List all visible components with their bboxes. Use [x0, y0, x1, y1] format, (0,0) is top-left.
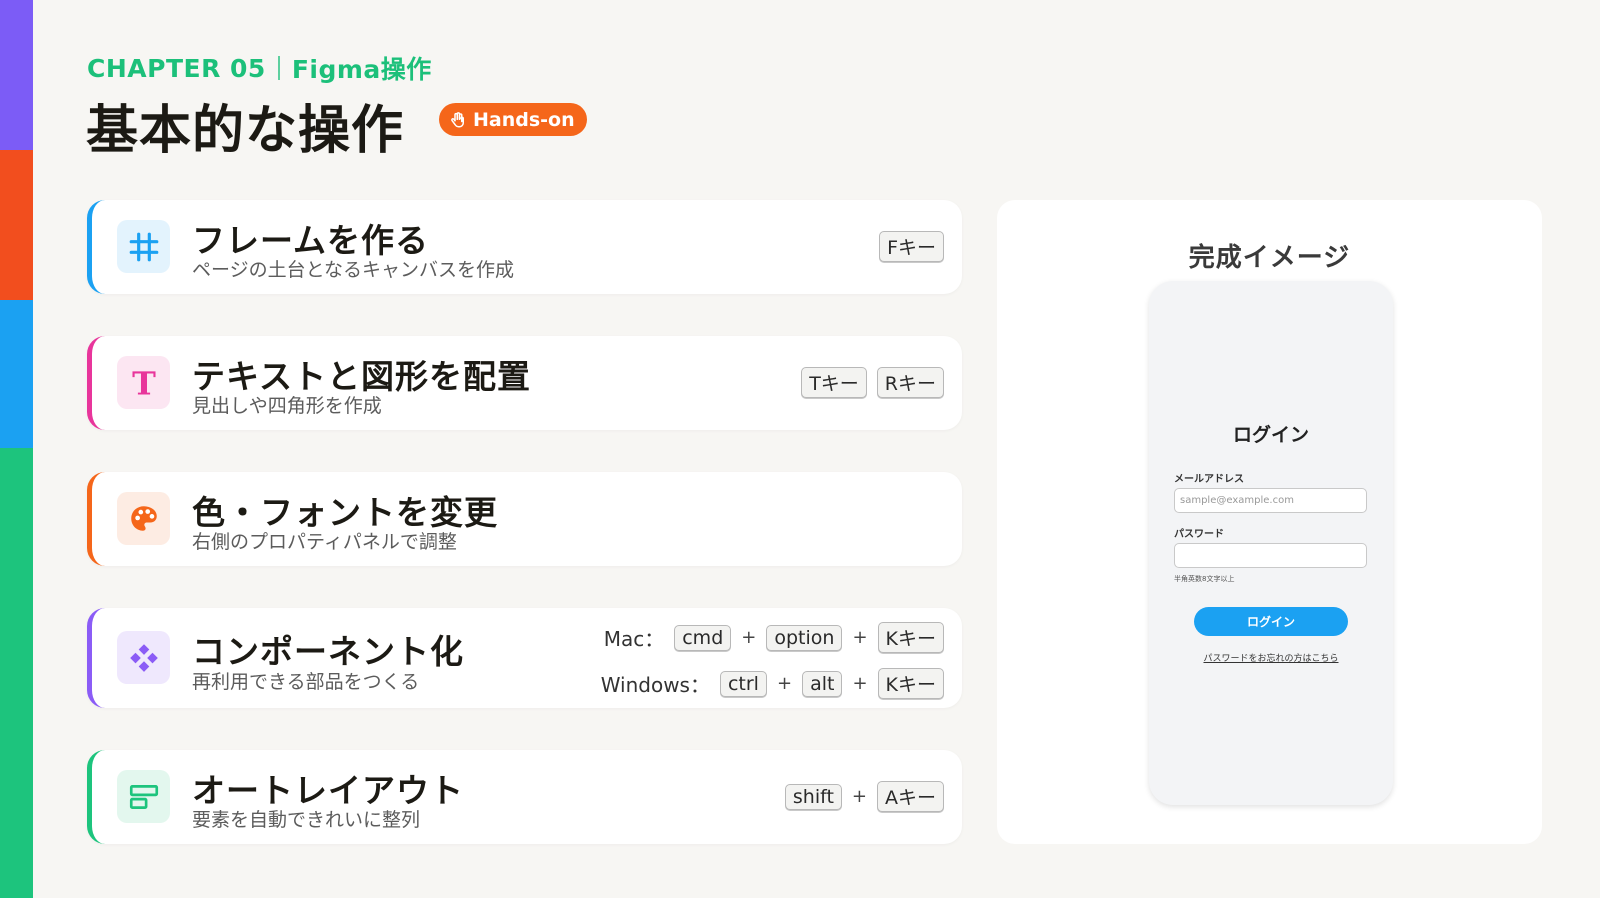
- login-title: ログイン: [1232, 424, 1309, 446]
- password-label: パスワード: [1174, 529, 1224, 540]
- palette-icon-box: [117, 492, 170, 545]
- card-subtitle: 要素を自動できれいに整列: [192, 809, 421, 831]
- text-icon-box: T: [117, 356, 170, 409]
- badge-label: Hands-on: [473, 108, 575, 131]
- hand-icon: [451, 111, 464, 127]
- key-ctrl: ctrl: [719, 670, 767, 697]
- key-k: Kキー: [877, 622, 944, 653]
- divider: [277, 56, 280, 80]
- card-title: コンポーネント化: [192, 632, 464, 671]
- page-title: 基本的な操作: [86, 101, 405, 161]
- preview-panel: 完成イメージ ログイン メールアドレス sample@example.com パ…: [997, 200, 1542, 844]
- section-name: Figma操作: [291, 55, 432, 84]
- hands-on-badge: Hands-on: [439, 103, 587, 136]
- frame-icon-box: [117, 220, 170, 273]
- plus-sign: +: [852, 673, 868, 694]
- card-subtitle: 右側のプロパティパネルで調整: [192, 531, 457, 553]
- card-component: コンポーネント化 再利用できる部品をつくる Mac： cmd + option …: [87, 608, 962, 708]
- windows-label: Windows：: [600, 673, 710, 697]
- password-field[interactable]: [1174, 543, 1367, 568]
- key-alt: alt: [802, 670, 843, 697]
- mac-shortcut: Mac： cmd + option + Kキー: [604, 622, 944, 653]
- card-subtitle: ページの土台となるキャンバスを作成: [192, 259, 515, 281]
- forgot-password-link[interactable]: パスワードをお忘れの方はこちら: [1149, 651, 1393, 664]
- card-frame: フレームを作る ページの土台となるキャンバスを作成 Fキー: [87, 200, 962, 294]
- component-icon: [129, 643, 158, 672]
- chapter-number: CHAPTER 05: [87, 53, 266, 83]
- email-field[interactable]: sample@example.com: [1174, 488, 1367, 513]
- key-a: Aキー: [877, 781, 944, 812]
- plus-sign: +: [776, 673, 793, 694]
- key-option: option: [766, 624, 843, 651]
- shortcut-keys: Fキー: [879, 231, 944, 262]
- plus-sign: +: [852, 627, 868, 648]
- chapter-label: CHAPTER 05 Figma操作: [87, 50, 432, 86]
- key-r: Rキー: [876, 367, 944, 398]
- auto-layout-icon: [129, 784, 158, 809]
- phone-mockup: ログイン メールアドレス sample@example.com パスワード 半角…: [1149, 281, 1393, 805]
- card-subtitle: 見出しや四角形を作成: [192, 395, 382, 417]
- color-stripe: [0, 0, 33, 898]
- key-f: Fキー: [879, 231, 944, 262]
- password-hint: 半角英数8文字以上: [1174, 575, 1235, 583]
- card-auto-layout: オートレイアウト 要素を自動できれいに整列 shift + Aキー: [87, 750, 962, 844]
- login-button[interactable]: ログイン: [1194, 607, 1348, 636]
- key-shift: shift: [784, 783, 842, 810]
- component-icon-box: [117, 631, 170, 684]
- frame-icon: [129, 232, 158, 261]
- palette-icon: [130, 505, 157, 531]
- text-icon: T: [132, 366, 156, 400]
- preview-title: 完成イメージ: [1188, 243, 1351, 273]
- plus-sign: +: [851, 786, 867, 807]
- svg-text:T: T: [132, 366, 156, 400]
- mac-label: Mac：: [603, 627, 665, 651]
- key-k: Kキー: [877, 668, 944, 699]
- email-label: メールアドレス: [1174, 474, 1244, 485]
- windows-shortcut: Windows： ctrl + alt + Kキー: [601, 668, 944, 699]
- slide: CHAPTER 05 Figma操作 基本的な操作 Hands-on フレームを…: [0, 0, 1600, 898]
- card-text-shape: T テキストと図形を配置 見出しや四角形を作成 Tキー Rキー: [87, 336, 962, 430]
- key-cmd: cmd: [674, 624, 732, 651]
- shortcut-keys: Tキー Rキー: [801, 367, 944, 398]
- shortcut-keys: shift + Aキー: [784, 781, 944, 812]
- plus-sign: +: [741, 627, 757, 648]
- key-t: Tキー: [801, 367, 867, 398]
- card-color-font: 色・フォントを変更 右側のプロパティパネルで調整: [87, 472, 962, 566]
- auto-layout-icon-box: [117, 770, 170, 823]
- card-subtitle: 再利用できる部品をつくる: [192, 671, 420, 693]
- email-placeholder: sample@example.com: [1180, 495, 1294, 506]
